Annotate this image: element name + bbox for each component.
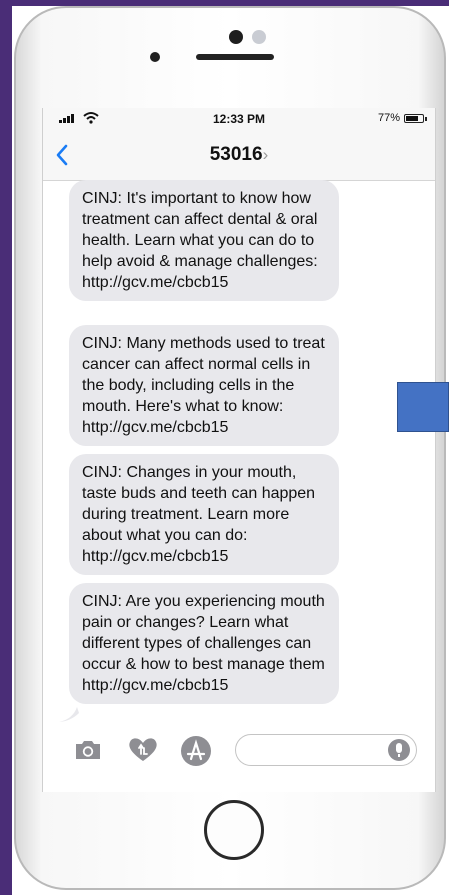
message-bubble[interactable]: CINJ: Many methods used to treat cancer … — [69, 325, 339, 446]
message-text-field[interactable] — [235, 734, 417, 766]
phone-screen: 12:33 PM 77% 53016› CINJ: It's important… — [42, 108, 436, 792]
home-button[interactable] — [204, 800, 264, 860]
message-bubble[interactable]: CINJ: Are you experiencing mouth pain or… — [69, 583, 339, 704]
battery-percentage: 77% — [378, 112, 401, 124]
message-bubble[interactable]: CINJ: It's important to know how treatme… — [69, 180, 339, 301]
message-bubble[interactable]: CINJ: Changes in your mouth, taste buds … — [69, 454, 339, 575]
overlay-blue-shape — [397, 382, 449, 432]
camera-icon-front — [229, 30, 243, 44]
earpiece-speaker — [196, 54, 274, 60]
proximity-sensor — [252, 30, 266, 44]
background-frame-left — [0, 0, 12, 895]
status-time: 12:33 PM — [212, 112, 266, 126]
conversation-header: 53016› — [43, 130, 435, 181]
camera-icon[interactable] — [73, 738, 103, 762]
digital-touch-heart-icon[interactable] — [127, 735, 159, 763]
message-list: CINJ: It's important to know how treatme… — [43, 180, 435, 720]
battery-icon — [404, 114, 424, 123]
contact-name[interactable]: 53016› — [43, 144, 435, 166]
battery-level-fill — [406, 116, 418, 121]
message-input-bar — [43, 722, 435, 792]
bubble-tail — [59, 707, 79, 722]
battery-tip — [425, 117, 427, 121]
microphone-icon[interactable] — [388, 739, 410, 761]
app-store-icon[interactable] — [179, 734, 213, 768]
front-camera-lens — [150, 52, 160, 62]
chevron-right-icon: › — [262, 145, 269, 164]
contact-number: 53016 — [209, 144, 263, 165]
status-bar: 12:33 PM 77% — [43, 108, 435, 130]
